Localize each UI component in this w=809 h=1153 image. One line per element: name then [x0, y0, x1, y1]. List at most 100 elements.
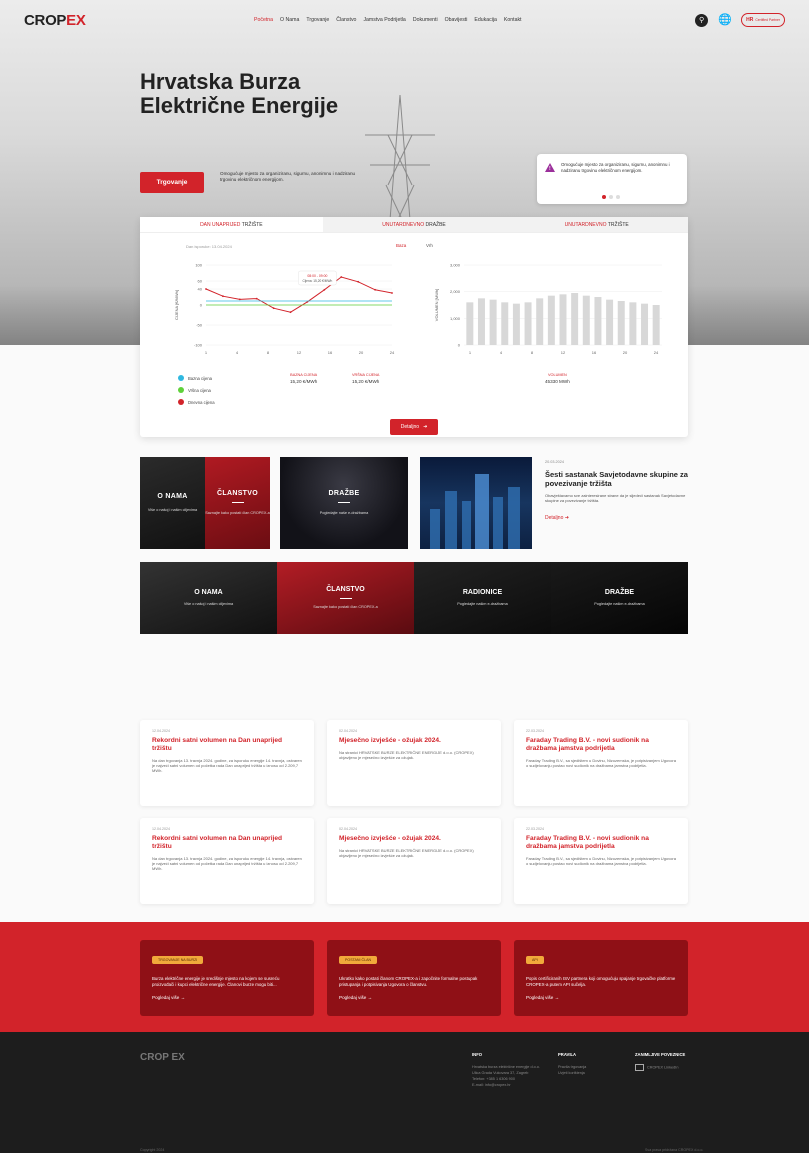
news-card[interactable]: 02.04.2024 Mjesečno izvješće - ožujak 202…	[327, 818, 501, 904]
promo-card: API Popis certificiranih ISV partnera koj…	[514, 940, 688, 1016]
about-card[interactable]: O NAMA Više o našoj i našim ciljevima	[140, 457, 205, 549]
nav-item-documents[interactable]: Dokumenti	[413, 17, 438, 23]
featured-news-title[interactable]: Šesti sastanak Savjetodavne skupine za p…	[545, 470, 690, 488]
footer-link[interactable]: CROPEX LinkedIn	[635, 1064, 685, 1071]
featured-news: 20.03.2024 Šesti sastanak Savjetodavne s…	[545, 460, 690, 521]
tab-intraday-market[interactable]: UNUTARDNEVNO TRŽIŠTE	[505, 217, 689, 232]
news-card[interactable]: 12.04.2024 Rekordni satni volumen na Dan …	[140, 720, 314, 806]
x-tick-label: 8	[267, 350, 270, 355]
quick-link-auctions[interactable]: DRAŽBE Pogledajte našim e-dražbama	[551, 562, 688, 634]
promo-more-link[interactable]: Pogledaj više →	[152, 995, 302, 1000]
news-card[interactable]: 22.03.2024 Faraday Trading B.V. - novi su…	[514, 720, 688, 806]
promo-more-link[interactable]: Pogledaj više →	[339, 995, 489, 1000]
footer-info: INFO Hrvatska burza električne energije …	[472, 1052, 540, 1087]
y-tick-label: 60	[198, 279, 203, 284]
promo-tag: POSTANI ČLAN	[339, 956, 378, 964]
partner-badge[interactable]: HR Certified Partner	[741, 13, 785, 27]
market-tabs: DAN UNAPRIJED TRŽIŠTE UNUTARDNEVNO DRAŽB…	[140, 217, 689, 233]
volume-bar	[512, 303, 520, 345]
arrow-right-icon: →	[367, 995, 373, 1001]
x-tick-label: 16	[592, 350, 597, 355]
x-tick-label: 20	[359, 350, 364, 355]
volume-bar	[501, 302, 509, 345]
cropex-logo[interactable]: CROPEX	[24, 12, 254, 29]
x-tick-label: 16	[328, 350, 333, 355]
carousel-dot[interactable]	[602, 195, 606, 199]
hero-description: Omogućuje mjesto za organiziranu, sigurn…	[220, 171, 356, 182]
quick-link-about[interactable]: O NAMA Više o našoj i našim ciljevima	[140, 562, 277, 634]
data-point	[391, 292, 393, 294]
copyright: Copyright 2024	[140, 1148, 165, 1152]
auctions-card[interactable]: DRAŽBE Pogledajte naše e-dražbama	[280, 457, 408, 549]
news-card[interactable]: 22.03.2024 Faraday Trading B.V. - novi su…	[514, 818, 688, 904]
main-menu: Početna O Nama Trgovanje Članstvo Jamstv…	[254, 17, 522, 23]
notice-text: Omogućuje mjesto za organiziranu, sigurn…	[561, 162, 670, 173]
volume-bar	[466, 302, 474, 345]
featured-news-link[interactable]: Detaljno ➜	[545, 515, 690, 521]
footer-link[interactable]: Uvjeti korištenja	[558, 1070, 586, 1076]
legend-swatch	[178, 375, 184, 381]
legend-swatch	[178, 399, 184, 405]
data-point	[374, 288, 376, 291]
footer-links: ZANIMLJIVE POVEZNICE CROPEX LinkedIn	[635, 1052, 686, 1071]
nav-item-about[interactable]: O Nama	[280, 17, 299, 23]
promo-more-link[interactable]: Pogledaj više →	[526, 995, 676, 1000]
delivery-date: Dan isporuke: 13.04.2024	[186, 244, 232, 249]
globe-icon[interactable]: 🌐	[718, 14, 732, 27]
toggle-base[interactable]: Baza	[396, 243, 406, 248]
tab-intraday-auctions[interactable]: UNUTARDNEVNO DRAŽBE	[322, 217, 506, 232]
data-point	[289, 311, 292, 314]
carousel-dot[interactable]	[616, 195, 620, 199]
news-card[interactable]: 02.04.2024 Mjesečno izvješće - ožujak 202…	[327, 720, 501, 806]
nav-item-guarantees[interactable]: Jamstva Podrijetla	[363, 17, 405, 23]
x-tick-label: 4	[500, 350, 503, 355]
footer-rules: PRAVILA Pravila trgovanja Uvjeti korište…	[558, 1052, 587, 1076]
about-membership-card: O NAMA Više o našoj i našim ciljevima ČL…	[140, 457, 270, 549]
membership-card[interactable]: ČLANSTVO Saznajte kako postati član CROP…	[205, 457, 270, 549]
footer-logo: CROP EX	[140, 1052, 185, 1063]
stat-base-price: BAZNA CIJENA 15,20 €/MWh	[290, 373, 318, 384]
trading-button[interactable]: Trgovanje	[140, 172, 204, 193]
search-icon[interactable]: ⚲	[695, 13, 709, 27]
data-point	[222, 295, 224, 298]
nav-item-home[interactable]: Početna	[254, 17, 273, 23]
volume-bar	[547, 295, 555, 345]
market-details-button[interactable]: Detaljno ➜	[390, 419, 438, 435]
legend-swatch	[178, 387, 184, 393]
volume-bar	[594, 297, 602, 345]
y-tick-label: 0	[458, 343, 461, 348]
nav-item-contact[interactable]: Kontakt	[504, 17, 522, 23]
footer: CROP EX INFO Hrvatska burza električne e…	[0, 1032, 809, 1153]
chart-legend: Bazna cijena Vršna cijena Dnevna cijena	[178, 375, 215, 411]
nav-item-trading[interactable]: Trgovanje	[306, 17, 329, 23]
x-tick-label: 24	[654, 350, 659, 355]
nav-item-education[interactable]: Edukacija	[474, 17, 497, 23]
notice-card: ! Omogućuje mjesto za organiziranu, sigu…	[537, 154, 687, 204]
x-tick-label: 12	[297, 350, 302, 355]
tab-day-ahead[interactable]: DAN UNAPRIJED TRŽIŠTE	[140, 217, 323, 232]
data-point	[340, 276, 343, 278]
volume-bar	[641, 303, 649, 345]
x-tick-label: 8	[531, 350, 534, 355]
top-navigation: CROPEX Početna O Nama Trgovanje Članstvo…	[0, 0, 809, 40]
volume-bar	[489, 299, 497, 345]
nav-item-membership[interactable]: Članstvo	[336, 17, 356, 23]
y-axis-label: CIJENA [€/MWh]	[174, 290, 179, 320]
legend-item: Bazna cijena	[178, 375, 215, 381]
arrow-right-icon: →	[554, 995, 560, 1001]
volume-bar	[606, 299, 614, 345]
toggle-peak[interactable]: Vrh	[426, 243, 433, 248]
quick-link-workshops[interactable]: RADIONICE Pogledajte našim e-dražbama	[414, 562, 551, 634]
stat-peak-price: VRŠNA CIJENA 15,20 €/MWh	[352, 373, 380, 384]
data-point	[238, 298, 241, 301]
carousel-dots	[602, 195, 620, 199]
y-tick-label: 40	[198, 287, 203, 292]
promo-card: TRGOVANJE NA BURZI Burza električne energ…	[140, 940, 314, 1016]
data-point	[323, 288, 326, 291]
arrow-right-icon: ➜	[564, 515, 569, 521]
nav-item-news[interactable]: Obavijesti	[445, 17, 468, 23]
volume-bar	[582, 295, 590, 345]
quick-link-membership[interactable]: ČLANSTVO Saznajte kako postati član CROPE…	[277, 562, 414, 634]
carousel-dot[interactable]	[609, 195, 613, 199]
news-card[interactable]: 12.04.2024 Rekordni satni volumen na Dan …	[140, 818, 314, 904]
